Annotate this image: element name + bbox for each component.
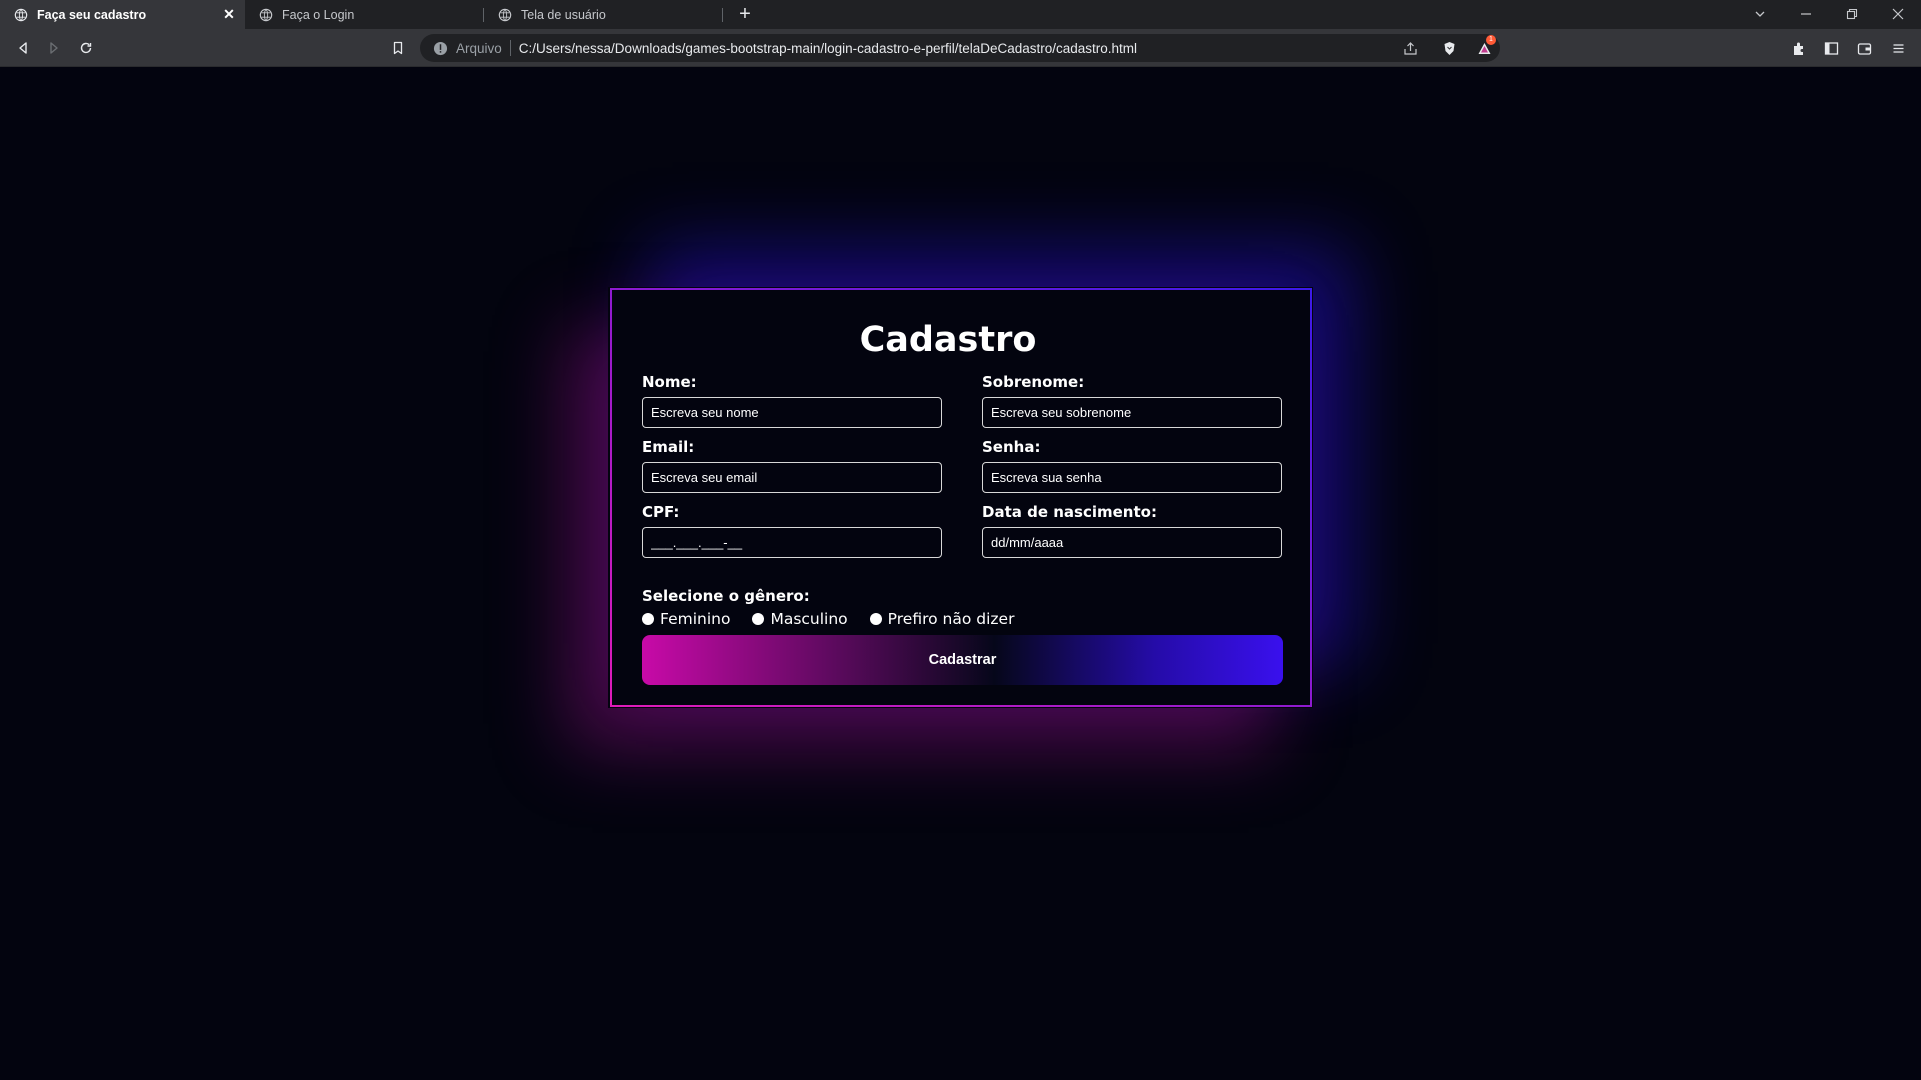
email-group: Email: bbox=[642, 438, 942, 493]
cpf-group: CPF: bbox=[642, 503, 942, 558]
browser-toolbar: Arquivo C:/Users/nessa/Downloads/games-b… bbox=[0, 29, 1921, 67]
nome-input[interactable] bbox=[642, 397, 942, 428]
cadastrar-button[interactable]: Cadastrar bbox=[642, 635, 1283, 685]
tab-title: Tela de usuário bbox=[521, 7, 606, 22]
tab-usuario[interactable]: Tela de usuário bbox=[484, 0, 722, 29]
email-label: Email: bbox=[642, 438, 695, 456]
url-scheme: Arquivo bbox=[456, 40, 502, 56]
globe-icon bbox=[259, 8, 273, 22]
tab-cadastro[interactable]: Faça seu cadastro ✕ bbox=[0, 0, 245, 29]
rewards-badge: 1 bbox=[1486, 35, 1496, 45]
minimize-icon[interactable] bbox=[1795, 3, 1817, 25]
nascimento-input[interactable] bbox=[982, 527, 1282, 558]
wallet-icon[interactable] bbox=[1854, 38, 1874, 58]
url-divider bbox=[509, 40, 511, 56]
senha-input[interactable] bbox=[982, 462, 1282, 493]
reload-icon[interactable] bbox=[76, 38, 96, 58]
share-icon[interactable] bbox=[1400, 38, 1420, 58]
globe-icon bbox=[498, 8, 512, 22]
senha-label: Senha: bbox=[982, 438, 1041, 456]
sobrenome-group: Sobrenome: bbox=[982, 373, 1282, 428]
signup-form: Cadastro Nome: Sobrenome: Email: Senha: … bbox=[610, 288, 1312, 707]
nascimento-label: Data de nascimento: bbox=[982, 503, 1157, 521]
brave-rewards-icon[interactable]: 1 bbox=[1474, 35, 1496, 58]
close-window-icon[interactable] bbox=[1887, 3, 1909, 25]
restore-icon[interactable] bbox=[1841, 3, 1863, 25]
tab-title: Faça o Login bbox=[282, 7, 355, 22]
radio-masculino[interactable]: Masculino bbox=[752, 610, 848, 628]
menu-icon[interactable] bbox=[1888, 38, 1908, 58]
url-text: C:/Users/nessa/Downloads/games-bootstrap… bbox=[518, 40, 1138, 56]
tab-separator bbox=[722, 8, 723, 22]
genero-radio-group: Feminino Masculino Prefiro não dizer bbox=[642, 610, 1036, 628]
radio-circle[interactable] bbox=[869, 613, 882, 625]
tab-strip: Faça seu cadastro ✕ Faça o Login Tela de… bbox=[0, 0, 1921, 29]
brave-shields-icon[interactable] bbox=[1439, 38, 1459, 58]
extensions-icon[interactable] bbox=[1789, 38, 1809, 58]
form-title: Cadastro bbox=[859, 320, 1037, 360]
radio-circle[interactable] bbox=[752, 613, 765, 625]
back-icon[interactable] bbox=[13, 38, 33, 58]
radio-label: Prefiro não dizer bbox=[887, 610, 1015, 628]
sobrenome-label: Sobrenome: bbox=[982, 373, 1085, 391]
nome-group: Nome: bbox=[642, 373, 942, 428]
address-bar[interactable]: Arquivo C:/Users/nessa/Downloads/games-b… bbox=[420, 34, 1500, 62]
tab-title: Faça seu cadastro bbox=[37, 7, 147, 22]
cpf-label: CPF: bbox=[642, 503, 680, 521]
sidebar-icon[interactable] bbox=[1821, 38, 1841, 58]
radio-label: Feminino bbox=[660, 610, 731, 628]
genero-title: Selecione o gênero: bbox=[642, 587, 810, 605]
radio-feminino[interactable]: Feminino bbox=[642, 610, 730, 628]
tab-login[interactable]: Faça o Login bbox=[245, 0, 483, 29]
tab-search-icon[interactable] bbox=[1749, 3, 1771, 25]
senha-group: Senha: bbox=[982, 438, 1282, 493]
email-input[interactable] bbox=[642, 462, 942, 493]
page-content: Cadastro Nome: Sobrenome: Email: Senha: … bbox=[0, 68, 1921, 1080]
radio-prefiro-nao-dizer[interactable]: Prefiro não dizer bbox=[869, 610, 1015, 628]
cpf-input[interactable] bbox=[642, 527, 942, 558]
close-tab-icon[interactable]: ✕ bbox=[221, 6, 237, 22]
radio-label: Masculino bbox=[770, 610, 848, 628]
new-tab-button[interactable]: + bbox=[734, 4, 756, 26]
nome-label: Nome: bbox=[642, 373, 697, 391]
forward-icon[interactable] bbox=[44, 38, 64, 58]
radio-circle[interactable] bbox=[642, 613, 654, 625]
bookmark-icon[interactable] bbox=[388, 38, 408, 58]
sobrenome-input[interactable] bbox=[982, 397, 1282, 428]
globe-icon bbox=[14, 8, 28, 22]
info-icon[interactable] bbox=[432, 40, 448, 56]
nascimento-group: Data de nascimento: bbox=[982, 503, 1282, 558]
